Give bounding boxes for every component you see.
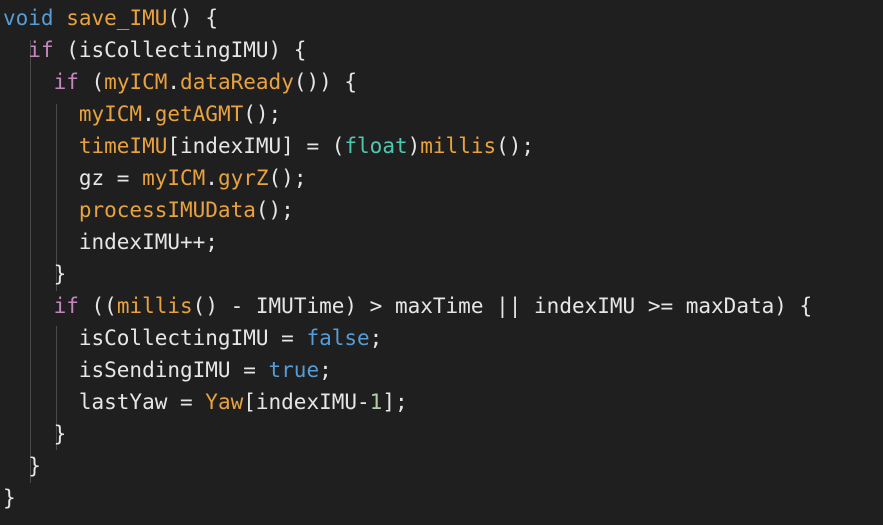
code-token: getAGMT <box>154 102 244 126</box>
code-token: indexIMU++; <box>3 230 218 254</box>
code-editor[interactable]: void save_IMU() { if (isCollectingIMU) {… <box>0 0 883 525</box>
code-token: () { <box>167 6 218 30</box>
code-token: (( <box>78 294 117 318</box>
code-token: dataReady <box>180 70 294 94</box>
code-token: ()) { <box>293 70 358 94</box>
code-token: if <box>53 294 79 318</box>
code-line[interactable]: } <box>3 450 41 482</box>
code-token: Yaw <box>205 390 244 414</box>
code-line[interactable]: isCollectingIMU = false; <box>3 322 382 354</box>
code-token: [indexIMU] = ( <box>167 134 345 158</box>
code-line[interactable]: timeIMU[indexIMU] = (float)millis(); <box>3 130 534 162</box>
code-token: processIMUData <box>78 198 256 222</box>
code-token: isSendingIMU = <box>3 358 269 382</box>
code-token: myICM <box>104 70 168 94</box>
code-line[interactable]: isSendingIMU = true; <box>3 354 332 386</box>
code-token: (); <box>243 102 282 126</box>
code-token: . <box>142 102 155 126</box>
code-token: 1 <box>369 390 383 414</box>
code-token: myICM <box>142 166 206 190</box>
code-token: if <box>53 70 79 94</box>
code-token: } <box>3 454 41 478</box>
code-token: timeIMU <box>78 134 168 158</box>
code-line[interactable]: if (isCollectingIMU) { <box>3 34 306 66</box>
code-line[interactable]: if ((millis() - IMUTime) > maxTime || in… <box>3 290 813 322</box>
code-token: ; <box>369 326 383 350</box>
code-token: ; <box>319 358 332 382</box>
code-token: save_IMU <box>66 6 168 30</box>
code-token: gyrZ <box>217 166 269 190</box>
code-token: gz = <box>3 166 143 190</box>
code-token: true <box>268 358 320 382</box>
code-token: if <box>28 38 54 62</box>
code-token: millis <box>420 134 497 158</box>
code-token: void <box>3 6 54 30</box>
code-line[interactable]: void save_IMU() { <box>3 2 218 34</box>
code-token: [indexIMU- <box>243 390 370 414</box>
code-token: ]; <box>382 390 408 414</box>
code-token: } <box>3 262 67 286</box>
code-line[interactable]: if (myICM.dataReady()) { <box>3 66 357 98</box>
code-line[interactable]: myICM.getAGMT(); <box>3 98 281 130</box>
code-token: } <box>3 422 67 446</box>
code-token: (isCollectingIMU) { <box>53 38 307 62</box>
code-token: ( <box>78 70 105 94</box>
code-line[interactable]: } <box>3 482 16 514</box>
code-token: millis <box>116 294 193 318</box>
code-token: . <box>205 166 218 190</box>
code-token: isCollectingIMU = <box>3 326 307 350</box>
code-line[interactable]: processIMUData(); <box>3 194 294 226</box>
code-token: . <box>167 70 181 94</box>
code-token: (); <box>255 198 294 222</box>
code-token: float <box>344 134 408 158</box>
code-token: } <box>3 486 16 510</box>
code-line[interactable]: indexIMU++; <box>3 226 218 258</box>
code-token: ) <box>407 134 421 158</box>
code-line[interactable]: lastYaw = Yaw[indexIMU-1]; <box>3 386 408 418</box>
code-line[interactable]: } <box>3 258 67 290</box>
code-token: (); <box>268 166 307 190</box>
code-token: lastYaw = <box>3 390 206 414</box>
code-token: (); <box>496 134 535 158</box>
code-token: myICM <box>78 102 143 126</box>
code-token: () - IMUTime) > maxTime || indexIMU >= m… <box>192 294 813 318</box>
code-line[interactable]: gz = myICM.gyrZ(); <box>3 162 307 194</box>
code-line[interactable]: } <box>3 418 67 450</box>
code-token: false <box>306 326 370 350</box>
